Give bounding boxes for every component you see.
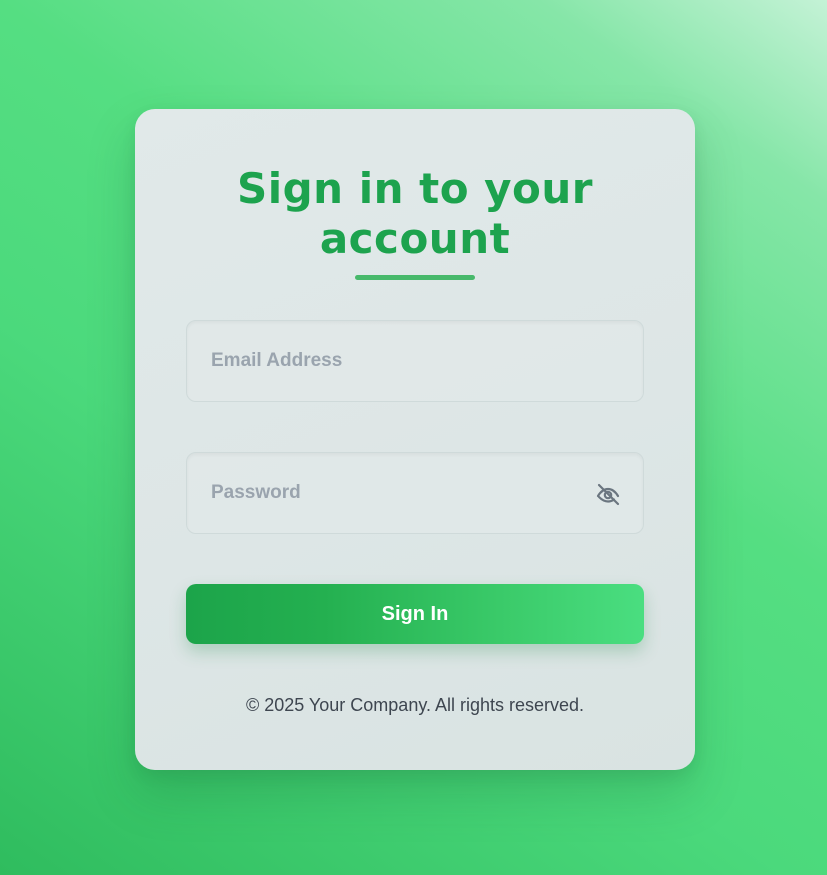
title-line-1: Sign in to your — [236, 164, 594, 213]
page-title: Sign in to your account — [135, 164, 695, 264]
login-card: Sign in to your account Sign In © 2025 Y… — [135, 109, 695, 770]
eye-off-icon[interactable] — [593, 479, 623, 509]
password-field-container — [186, 452, 644, 534]
password-field[interactable] — [187, 453, 643, 533]
footer-copyright: © 2025 Your Company. All rights reserved… — [245, 695, 585, 715]
email-field-container — [186, 320, 644, 402]
email-field[interactable] — [187, 321, 643, 401]
title-line-2: account — [319, 214, 511, 263]
sign-in-button[interactable]: Sign In — [186, 584, 644, 644]
title-underline — [355, 275, 475, 280]
